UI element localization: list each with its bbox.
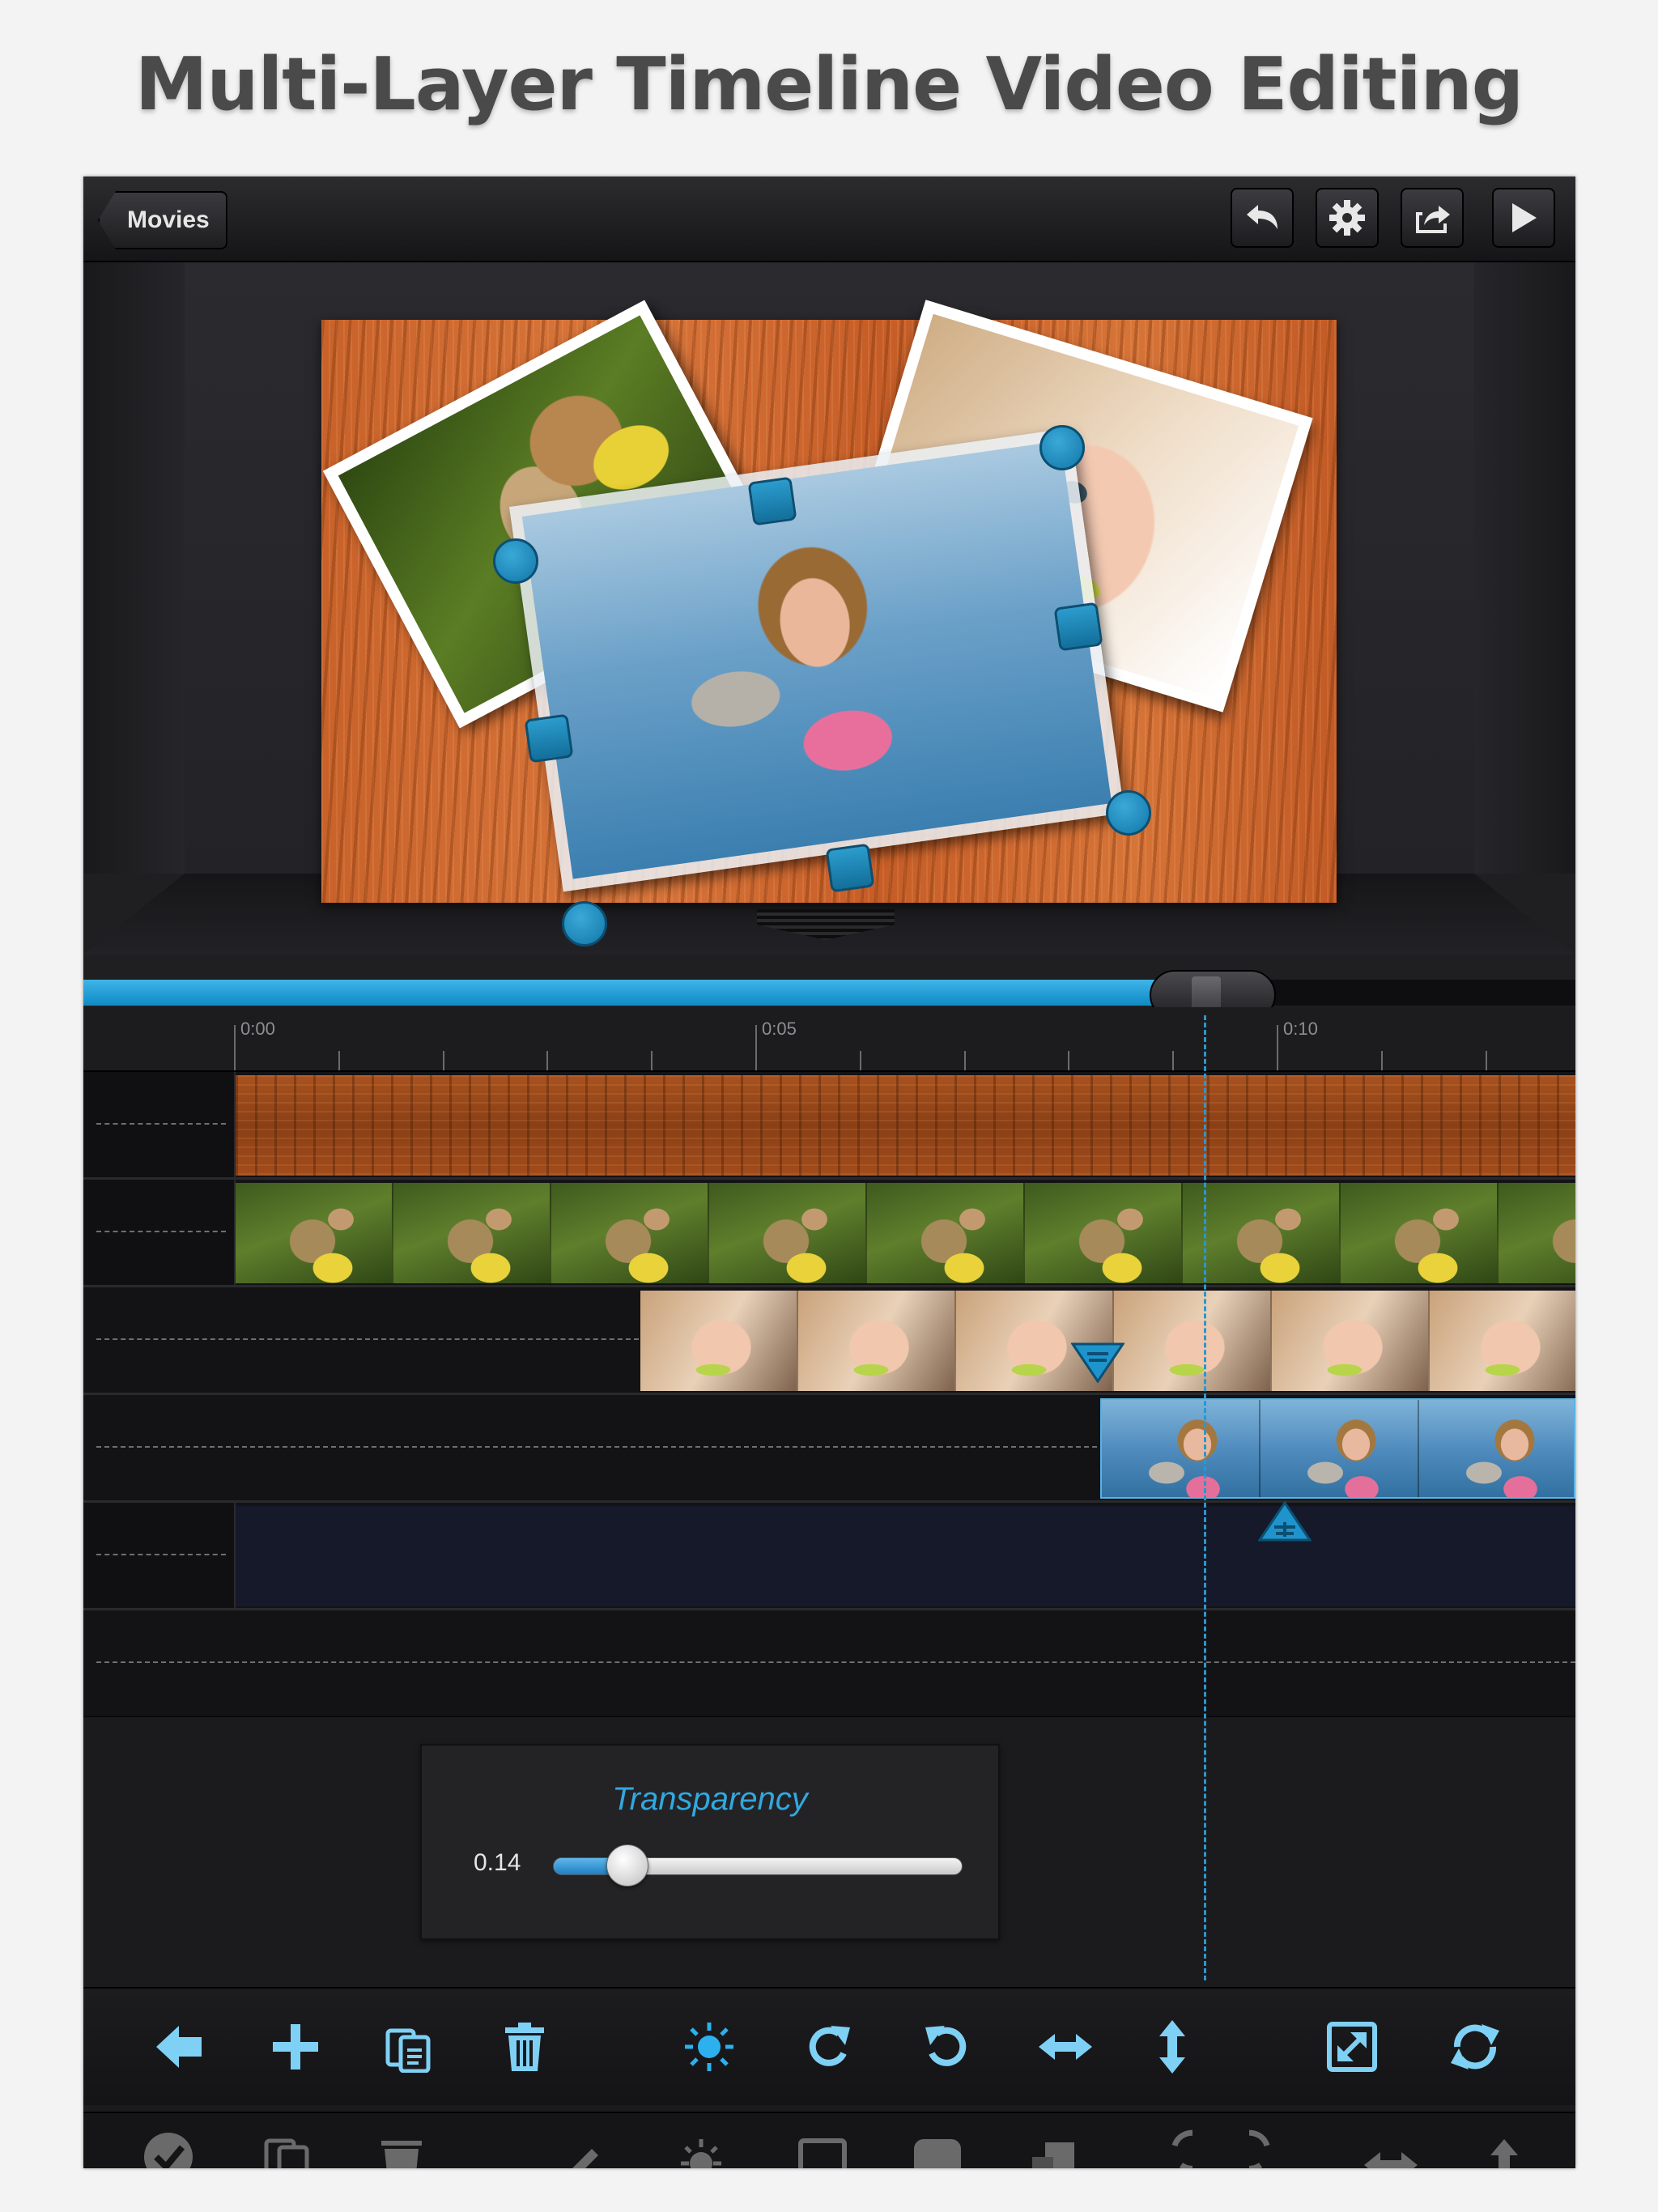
delete-icon	[499, 2021, 551, 2073]
brightness-icon[interactable]	[673, 2125, 729, 2168]
track-boy-with-bear[interactable]	[83, 1180, 1575, 1287]
add-icon	[270, 2021, 321, 2073]
slider-knob[interactable]	[606, 1844, 648, 1887]
shadow-icon[interactable]	[1024, 2125, 1081, 2168]
ruler-label: 0:00	[240, 1019, 275, 1040]
clip-out-marker-icon[interactable]	[1071, 1342, 1124, 1383]
top-navigation-bar: Movies	[83, 177, 1575, 262]
share-button[interactable]	[1401, 188, 1464, 248]
add-button[interactable]	[263, 2014, 328, 2079]
duplicate-button[interactable]	[376, 2014, 441, 2079]
resize-handle[interactable]	[562, 901, 607, 946]
ruler-tick	[1172, 1051, 1174, 1070]
ruler-tick	[234, 1025, 236, 1070]
rotate-counterclockwise-icon	[920, 2021, 972, 2073]
resize-handle[interactable]	[1106, 790, 1151, 836]
rotate-clockwise-button[interactable]	[797, 2014, 861, 2079]
undo-icon	[1244, 202, 1281, 234]
ruler-tick	[755, 1025, 757, 1070]
arrow-up-icon[interactable]	[1476, 2125, 1533, 2168]
progress-bar[interactable]	[83, 980, 1575, 1006]
rotate-clockwise-icon	[803, 2021, 855, 2073]
flip-horizontal-icon[interactable]	[1363, 2125, 1419, 2168]
edit-toolbar	[83, 1987, 1575, 2105]
ruler-tick	[546, 1051, 548, 1070]
ruler-tick	[964, 1051, 966, 1070]
flip-horizontal-button[interactable]	[1033, 2014, 1098, 2079]
ruler-tick	[1068, 1051, 1069, 1070]
rotate-counterclockwise-button[interactable]	[914, 2014, 979, 2079]
track-header	[83, 1072, 236, 1177]
rotate-counterclockwise-icon[interactable]	[1249, 2125, 1306, 2168]
transparency-value: 0.14	[474, 1849, 521, 1877]
panel-title: Transparency	[422, 1781, 998, 1818]
resize-handle[interactable]	[826, 844, 875, 893]
photo-girl-with-shell-selected[interactable]	[509, 428, 1124, 892]
resize-handle[interactable]	[1054, 602, 1103, 652]
ruler-label: 0:10	[1283, 1019, 1318, 1040]
app-window: Movies	[83, 177, 1575, 2168]
resize-handle[interactable]	[748, 477, 797, 526]
fit-screen-button[interactable]	[1320, 2014, 1384, 2079]
fill-icon[interactable]	[909, 2125, 966, 2168]
flip-vertical-icon	[1156, 2018, 1188, 2075]
track-girl-with-shell[interactable]	[83, 1395, 1575, 1503]
ruler-tick	[1277, 1025, 1278, 1070]
rotate-clockwise-icon[interactable]	[1136, 2125, 1192, 2168]
ruler-tick	[651, 1051, 653, 1070]
clip-empty-layer[interactable]	[236, 1506, 1575, 1606]
share-icon	[1413, 201, 1452, 235]
back-button[interactable]	[147, 2014, 211, 2079]
gear-icon	[1328, 198, 1367, 237]
delete-icon[interactable]	[373, 2125, 430, 2168]
paint-icon[interactable]	[551, 2125, 608, 2168]
back-arrow-icon	[153, 2021, 205, 2073]
play-icon	[1509, 202, 1538, 234]
track-girl-eating-corn[interactable]	[83, 1287, 1575, 1395]
ruler-tick	[1486, 1051, 1487, 1070]
duplicate-icon	[383, 2021, 435, 2073]
clip-boy-with-bear[interactable]	[236, 1183, 1575, 1283]
refresh-icon	[1448, 2019, 1503, 2074]
border-icon[interactable]	[794, 2125, 851, 2168]
progress-fill	[83, 980, 1158, 1006]
ruler-tick	[1381, 1051, 1383, 1070]
track-empty[interactable]	[83, 1610, 1575, 1717]
settings-button[interactable]	[1316, 188, 1379, 248]
movies-back-button[interactable]: Movies	[98, 191, 227, 249]
brightness-button[interactable]	[677, 2014, 742, 2079]
ruler-label: 0:05	[762, 1019, 797, 1040]
ruler-tick	[860, 1051, 861, 1070]
brightness-icon	[683, 2021, 735, 2073]
flip-horizontal-icon	[1037, 2031, 1094, 2063]
track-empty-layer[interactable]	[83, 1503, 1575, 1610]
fit-screen-icon	[1326, 2021, 1378, 2073]
playhead-line[interactable]	[1204, 1015, 1206, 1980]
confirm-icon[interactable]	[140, 2125, 197, 2168]
secondary-toolbar	[83, 2112, 1575, 2168]
resize-handle[interactable]	[493, 538, 538, 584]
video-preview[interactable]	[321, 320, 1337, 903]
refresh-button[interactable]	[1443, 2014, 1507, 2079]
duplicate-icon[interactable]	[258, 2125, 315, 2168]
track-wood-background[interactable]	[83, 1072, 1575, 1180]
transparency-panel: Transparency 0.14	[420, 1744, 1000, 1940]
flip-vertical-button[interactable]	[1140, 2014, 1205, 2079]
ruler-tick	[443, 1051, 444, 1070]
clip-in-marker-icon[interactable]	[1258, 1501, 1312, 1542]
headline: Multi-Layer Timeline Video Editing	[0, 42, 1658, 127]
timeline-ruler[interactable]: 0:00 0:05 0:10	[83, 1007, 1575, 1072]
clip-girl-with-shell-selected[interactable]	[1100, 1398, 1575, 1499]
delete-button[interactable]	[492, 2014, 557, 2079]
clip-wood-background[interactable]	[236, 1075, 1575, 1176]
resize-handle[interactable]	[525, 714, 574, 764]
track-header	[83, 1180, 236, 1285]
rotate-handle[interactable]	[1039, 425, 1085, 470]
undo-button[interactable]	[1231, 188, 1294, 248]
ruler-tick	[338, 1051, 340, 1070]
track-header	[83, 1503, 236, 1608]
play-button[interactable]	[1492, 188, 1555, 248]
